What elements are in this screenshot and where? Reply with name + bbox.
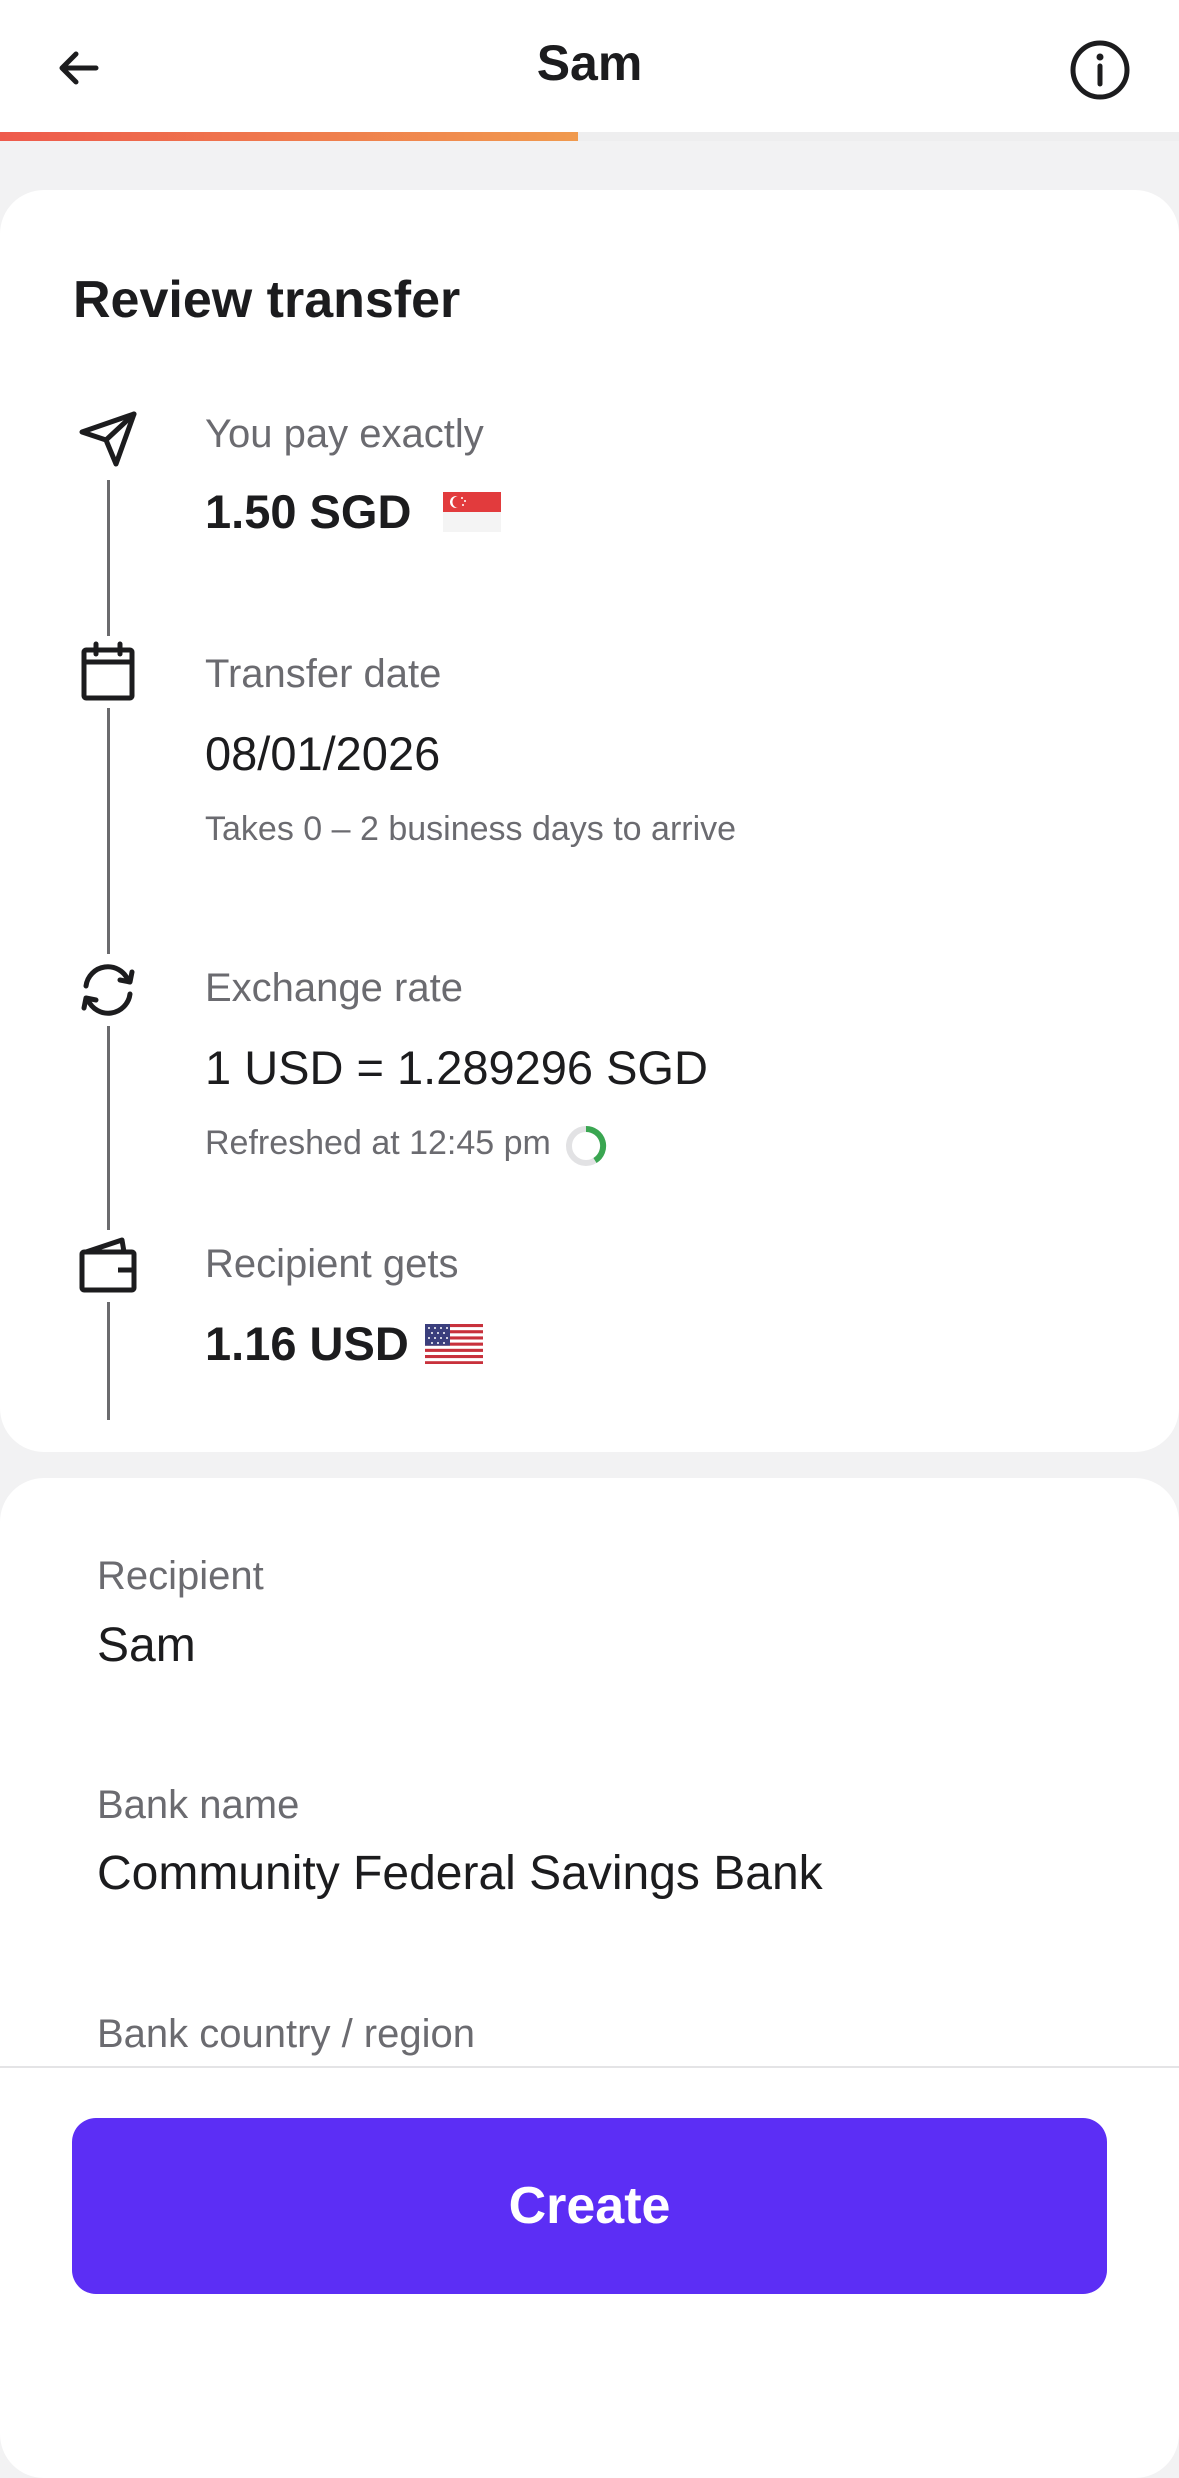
page-title: Sam [536,35,643,91]
recipient-label: Recipient [97,1554,264,1598]
bank-country-label: Bank country / region [97,2012,475,2056]
progress-bar [0,132,1179,141]
review-card: Review transfer You pay exactly 1.50 SGD… [0,190,1179,1452]
recipient-value: Sam [97,1619,196,1672]
paper-plane-icon [72,402,144,474]
info-button[interactable] [1060,30,1140,110]
exchange-rate-label: Exchange rate [205,966,463,1010]
recipient-gets-label: Recipient gets [205,1242,459,1286]
countdown-ring-icon [566,1125,607,1166]
footer-bar: Create [0,2066,1179,2398]
refresh-icon [72,954,144,1026]
recipient-gets-amount: 1.16 USD [205,1317,409,1370]
transfer-date-label: Transfer date [205,652,442,696]
us-flag-icon [425,1324,483,1364]
create-button[interactable]: Create [72,2118,1107,2294]
calendar-icon [72,636,144,708]
delivery-estimate: Takes 0 – 2 business days to arrive [205,810,737,848]
transfer-date-value: 08/01/2026 [205,727,441,780]
exchange-rate-value: 1 USD = 1.289296 SGD [205,1041,708,1094]
you-pay-amount: 1.50 SGD [205,485,412,538]
review-title: Review transfer [73,271,461,329]
bank-name-label: Bank name [97,1783,300,1827]
you-pay-label: You pay exactly [205,412,484,456]
timeline-line [107,1020,110,1420]
bank-name-value: Community Federal Savings Bank [97,1847,823,1900]
rate-refreshed-note: Refreshed at 12:45 pm [205,1124,551,1162]
singapore-flag-icon [443,492,501,532]
info-icon [1070,40,1130,100]
progress-bar-fill [0,132,578,141]
top-bar: Sam [0,0,1179,132]
wallet-icon [72,1230,144,1302]
